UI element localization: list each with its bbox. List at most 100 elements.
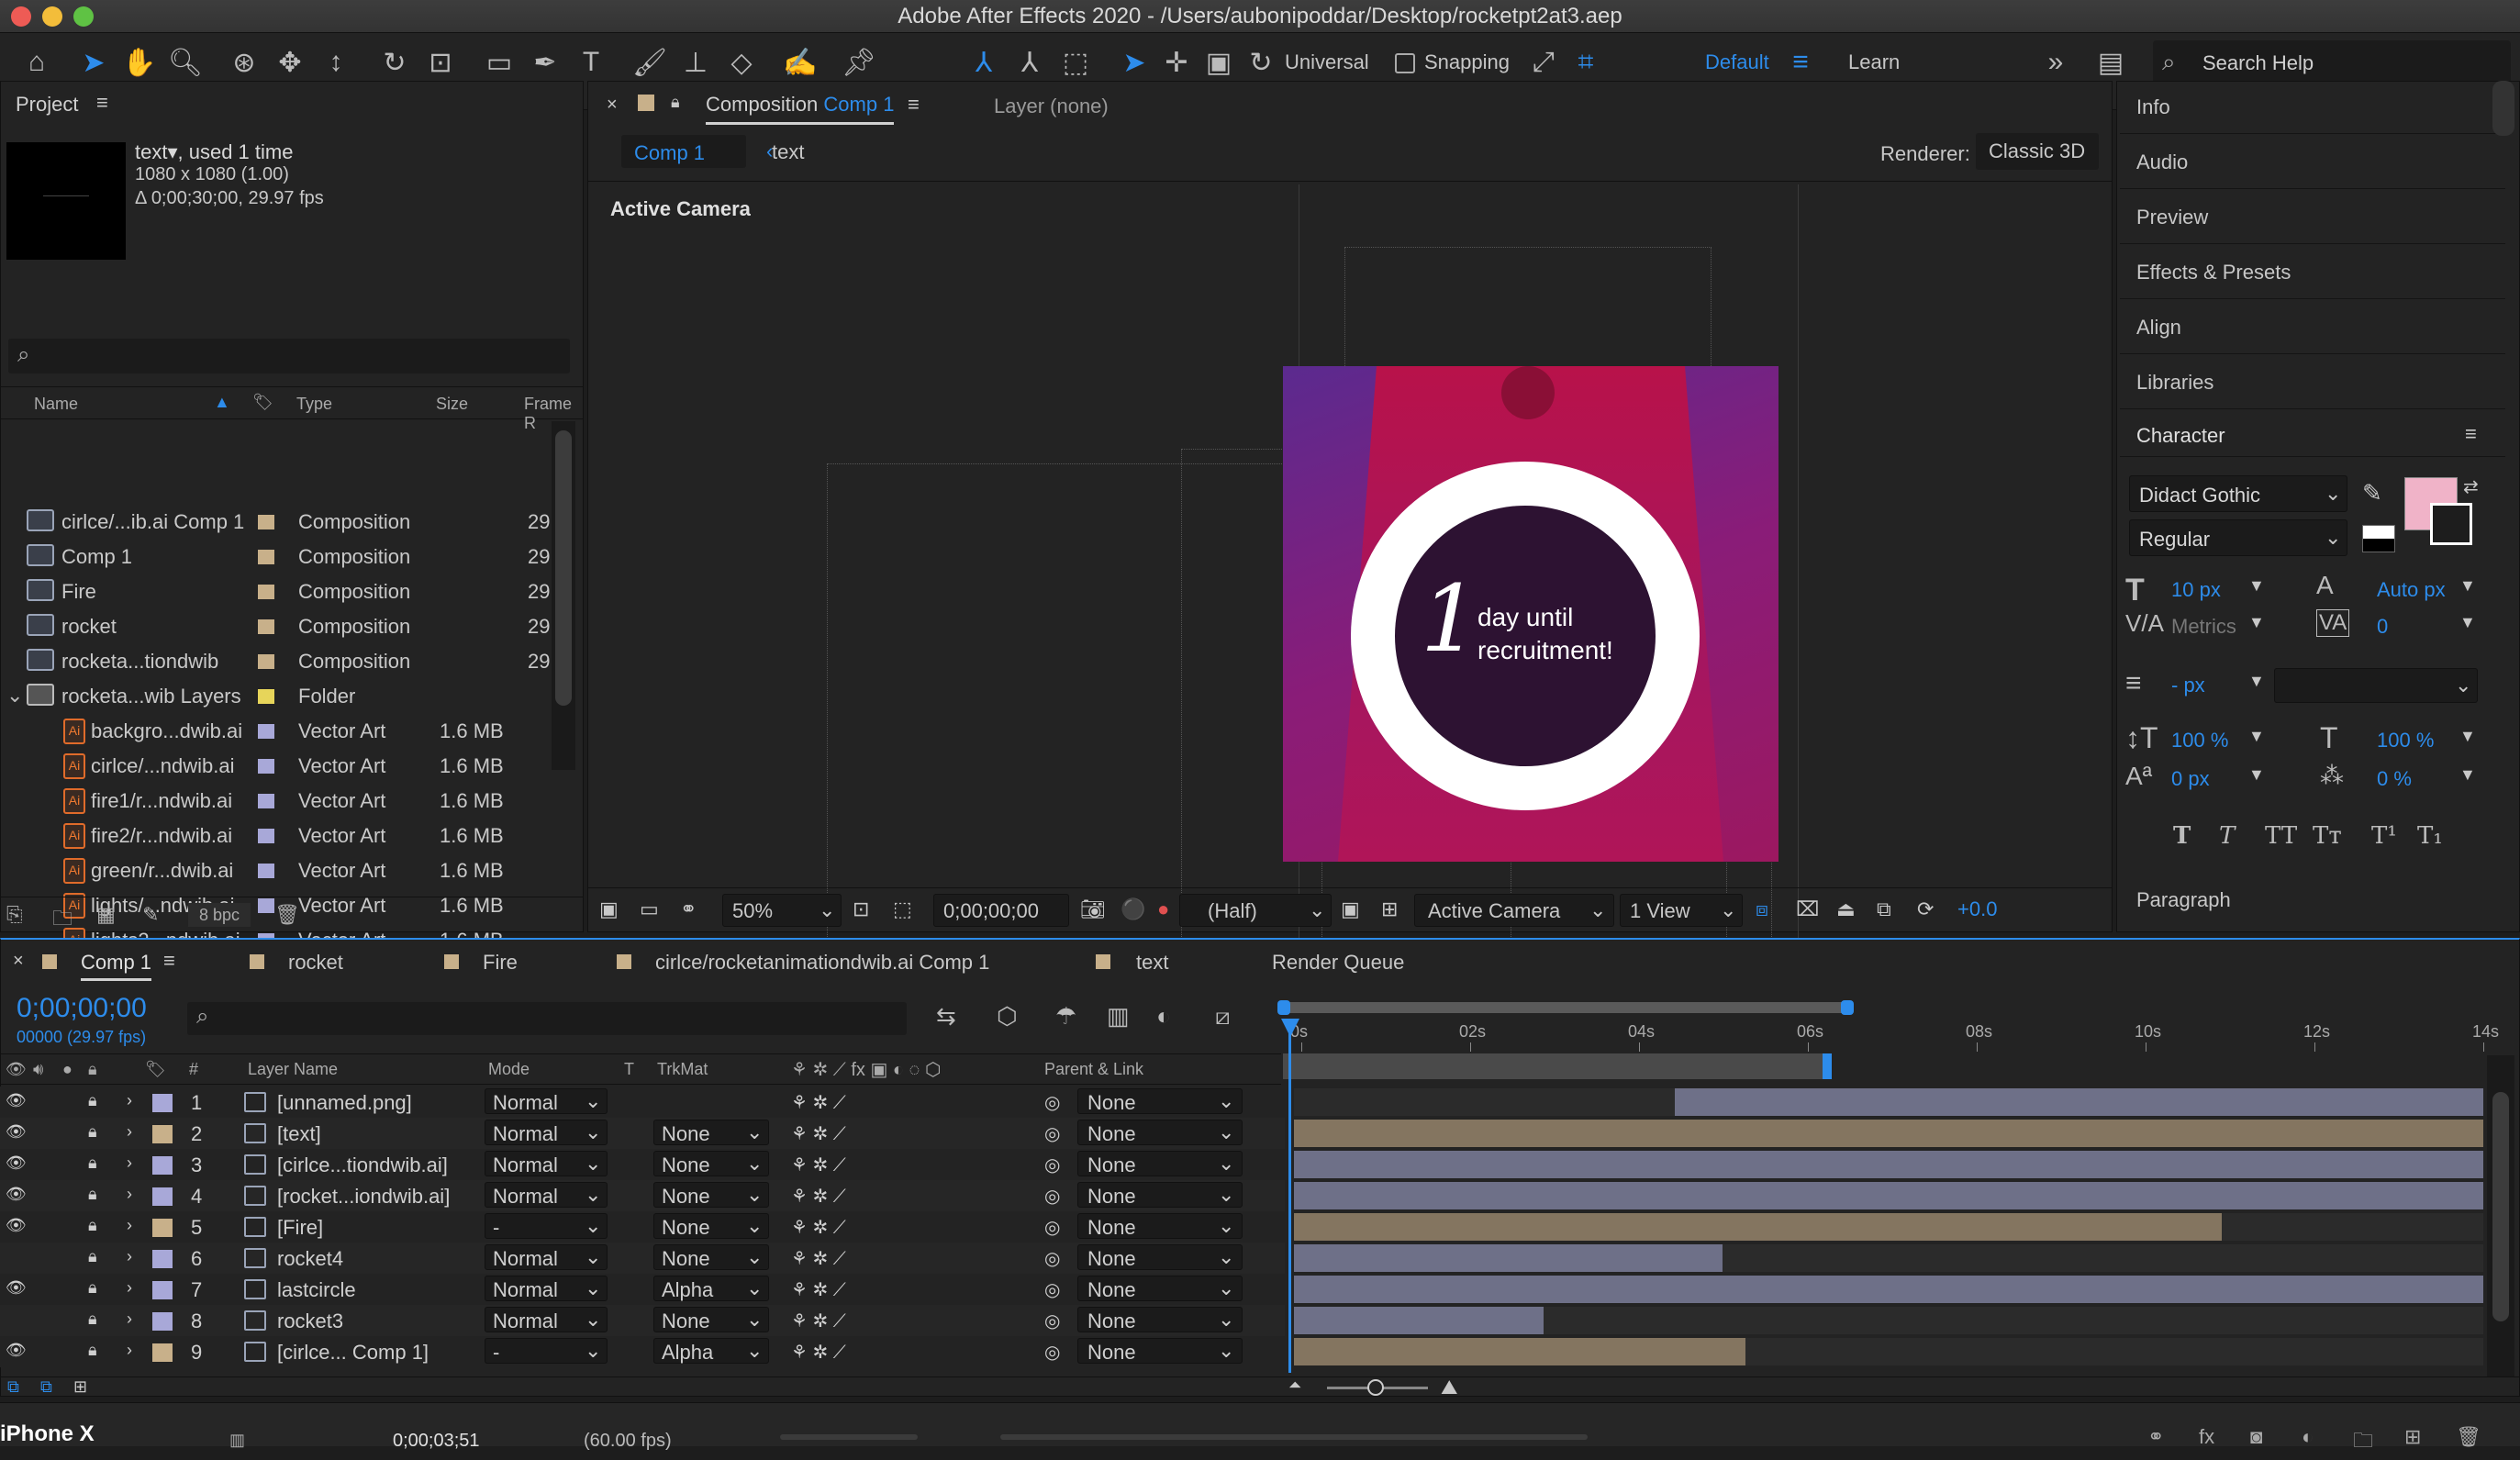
vertical-scale-value[interactable]: 100 % (2171, 729, 2228, 752)
layer-duration-bar[interactable] (1294, 1182, 2483, 1209)
col-parent[interactable]: Parent & Link (1044, 1060, 1143, 1079)
pick-whip-icon[interactable]: ◎ (1044, 1091, 1060, 1114)
audio-icon[interactable]: 🔊︎ (33, 1060, 43, 1079)
orbit-camera-tool-icon[interactable]: ⊛ (224, 42, 264, 83)
layer-switches[interactable]: ⚘ ✲ ⟋ (791, 1310, 846, 1332)
layer-name[interactable]: rocket4 (277, 1247, 343, 1271)
expand-chevron-icon[interactable]: › (127, 1185, 132, 1204)
exposure-value[interactable]: +0.0 (1957, 897, 1997, 921)
new-composition-icon[interactable]: ▦ (96, 903, 116, 927)
navigator-end-handle[interactable] (1841, 1000, 1854, 1015)
composition-mini-flowchart-icon[interactable]: ⇆ (936, 1002, 956, 1031)
visibility-eye-icon[interactable]: 👁︎ (6, 1216, 27, 1235)
composition-tab[interactable]: Composition Comp 1 (706, 93, 895, 125)
rotate-tool-icon[interactable]: ↻ (374, 42, 415, 83)
right-panel-scrollbar[interactable] (2492, 81, 2514, 136)
font-family-dropdown[interactable]: Didact Gothic ⌄ (2129, 475, 2347, 512)
expand-chevron-icon[interactable]: › (127, 1278, 132, 1298)
trkmat-dropdown[interactable]: None ⌄ (653, 1213, 769, 1239)
layer-switches[interactable]: ⚘ ✲ ⟋ (791, 1247, 846, 1270)
thumb-name-dropdown-icon[interactable]: ▾ (167, 140, 177, 163)
timeline-menu-icon[interactable]: ≡ (163, 949, 175, 973)
view-axis-icon[interactable]: ⬚ (1055, 42, 1096, 83)
timeline-layer-row[interactable]: 🔒︎ › 6 rocket4 Normal ⌄ None ⌄ ⚘ ✲ ⟋ ◎ None ⌄ (0, 1243, 1285, 1274)
layer-name[interactable]: lastcircle (277, 1278, 356, 1302)
black-white-swatch[interactable] (2362, 525, 2395, 552)
visibility-eye-icon[interactable]: 👁︎ (6, 1185, 27, 1204)
pick-whip-icon[interactable]: ◎ (1044, 1154, 1060, 1176)
layer-label-swatch[interactable] (152, 1187, 173, 1206)
timeline-current-time[interactable]: 0;00;00;00 (17, 993, 147, 1024)
mask-icon[interactable]: ◙ (2250, 1425, 2262, 1449)
layer-duration-bar[interactable] (1674, 1088, 2483, 1116)
workspace-panel-icon[interactable]: ▤ (2091, 42, 2131, 83)
trkmat-dropdown[interactable]: None ⌄ (653, 1151, 769, 1176)
trkmat-dropdown[interactable]: None ⌄ (653, 1244, 769, 1270)
anchor-point-tool-icon[interactable]: ⊡ (420, 42, 461, 83)
character-title[interactable]: Character (2136, 424, 2225, 448)
stroke-width-dropdown-icon[interactable]: ▼ (2248, 672, 2265, 691)
layer-label-swatch[interactable] (152, 1219, 173, 1237)
display-icon[interactable]: ▭ (640, 897, 659, 921)
sort-asc-icon[interactable]: ▲ (214, 393, 230, 412)
layer-label-swatch[interactable] (152, 1343, 173, 1362)
stroke-type-dropdown[interactable]: ⌄ (2274, 668, 2478, 703)
tracking-dropdown-icon[interactable]: ▼ (2459, 613, 2476, 632)
toggle-transparency-icon[interactable]: ⊞ (1381, 897, 1398, 921)
col-trkmat[interactable]: TrkMat (657, 1060, 708, 1079)
search-help-field[interactable]: ⌕ Search Help (2153, 40, 2511, 84)
timeline-layer-row[interactable]: 👁︎ 🔒︎ › 2 [text] Normal ⌄ None ⌄ ⚘ ✲ ⟋ ◎ None ⌄ (0, 1118, 1285, 1149)
project-search-input[interactable]: ⌕ (8, 339, 570, 373)
viewer-timecode[interactable]: 0;00;00;00 (933, 894, 1069, 927)
time-navigator[interactable] (1277, 1000, 1854, 1015)
transparency-grid-icon[interactable]: ⬚ (893, 897, 912, 921)
visibility-eye-icon[interactable]: 👁︎ (6, 1341, 27, 1360)
layer-duration-bar[interactable] (1294, 1276, 2483, 1303)
in-out-toggle-icon[interactable]: ⊞ (73, 1377, 87, 1397)
right-panel-item[interactable]: Preview (2120, 191, 2505, 244)
leading-dropdown-icon[interactable]: ▼ (2459, 576, 2476, 596)
layer-name[interactable]: [cirlce...tiondwib.ai] (277, 1154, 448, 1177)
visibility-eye-icon[interactable]: 👁︎ (6, 1091, 27, 1110)
fx-icon[interactable]: fx (2199, 1425, 2214, 1449)
blend-mode-dropdown[interactable]: Normal ⌄ (485, 1120, 608, 1145)
pick-whip-icon[interactable]: ◎ (1044, 1278, 1060, 1301)
layer-switches[interactable]: ⚘ ✲ ⟋ (791, 1122, 846, 1145)
visibility-eye-icon[interactable]: 👁︎ (6, 1122, 27, 1142)
layer-lock-icon[interactable]: 🔒︎ (88, 1122, 97, 1142)
timeline-layer-row[interactable]: 👁︎ 🔒︎ › 1 [unnamed.png] Normal ⌄ ⚘ ✲ ⟋ ◎ None ⌄ (0, 1087, 1285, 1118)
right-panel-item[interactable]: Audio (2120, 136, 2505, 189)
pick-whip-icon[interactable]: ◎ (1044, 1247, 1060, 1270)
layer-label-swatch[interactable] (152, 1094, 173, 1112)
flowchart-icon[interactable]: ⧉ (1877, 897, 1891, 921)
project-item-row[interactable]: Ai fire1/r...ndwib.ai Vector Art 1.6 MB (1, 783, 570, 818)
visibility-eye-icon[interactable]: 👁︎ (6, 1154, 27, 1173)
layer-label-swatch[interactable] (152, 1156, 173, 1175)
col-type[interactable]: Type (296, 395, 332, 414)
composition-menu-icon[interactable]: ≡ (908, 93, 920, 117)
universal-rotate-icon[interactable]: ↻ (1241, 42, 1281, 83)
font-style-dropdown[interactable]: Regular ⌄ (2129, 519, 2347, 556)
label-swatch[interactable] (258, 864, 274, 878)
snap-target-icon[interactable]: ⌗ (1566, 42, 1606, 83)
layer-switches[interactable]: ⚘ ✲ ⟋ (791, 1278, 846, 1301)
timeline-layer-row[interactable]: 👁︎ 🔒︎ › 9 [cirlce... Comp 1] - ⌄ Alpha ⌄ ⚘ ✲ ⟋ ◎ No… (0, 1336, 1285, 1367)
expand-chevron-icon[interactable]: › (127, 1341, 132, 1360)
project-item-row[interactable]: Comp 1 Composition 29 (1, 539, 570, 574)
vertical-scale-dropdown-icon[interactable]: ▼ (2248, 727, 2265, 746)
trkmat-dropdown[interactable]: None ⌄ (653, 1120, 769, 1145)
layer-duration-bar[interactable] (1294, 1213, 2222, 1241)
timeline-layer-row[interactable]: 👁︎ 🔒︎ › 4 [rocket...iondwib.ai] Normal ⌄ None ⌄ ⚘… (0, 1180, 1285, 1211)
zoom-dropdown[interactable]: 50% ⌄ (722, 894, 842, 927)
label-swatch[interactable] (258, 654, 274, 669)
current-time-indicator[interactable] (1288, 1020, 1291, 1373)
pen-tool-icon[interactable]: ✒ (525, 42, 565, 83)
brush-tool-icon[interactable]: 🖌︎ (630, 42, 670, 83)
faux-italic-icon[interactable]: T (2219, 822, 2235, 850)
always-preview-icon[interactable]: ▣ (599, 897, 619, 921)
parent-dropdown[interactable]: None ⌄ (1077, 1244, 1243, 1270)
pick-whip-icon[interactable]: ◎ (1044, 1122, 1060, 1145)
timeline-scroll-thumb[interactable] (2492, 1092, 2509, 1321)
leading-value[interactable]: Auto px (2377, 578, 2446, 602)
modes-toggle-icon[interactable]: ⧉ (40, 1377, 52, 1397)
